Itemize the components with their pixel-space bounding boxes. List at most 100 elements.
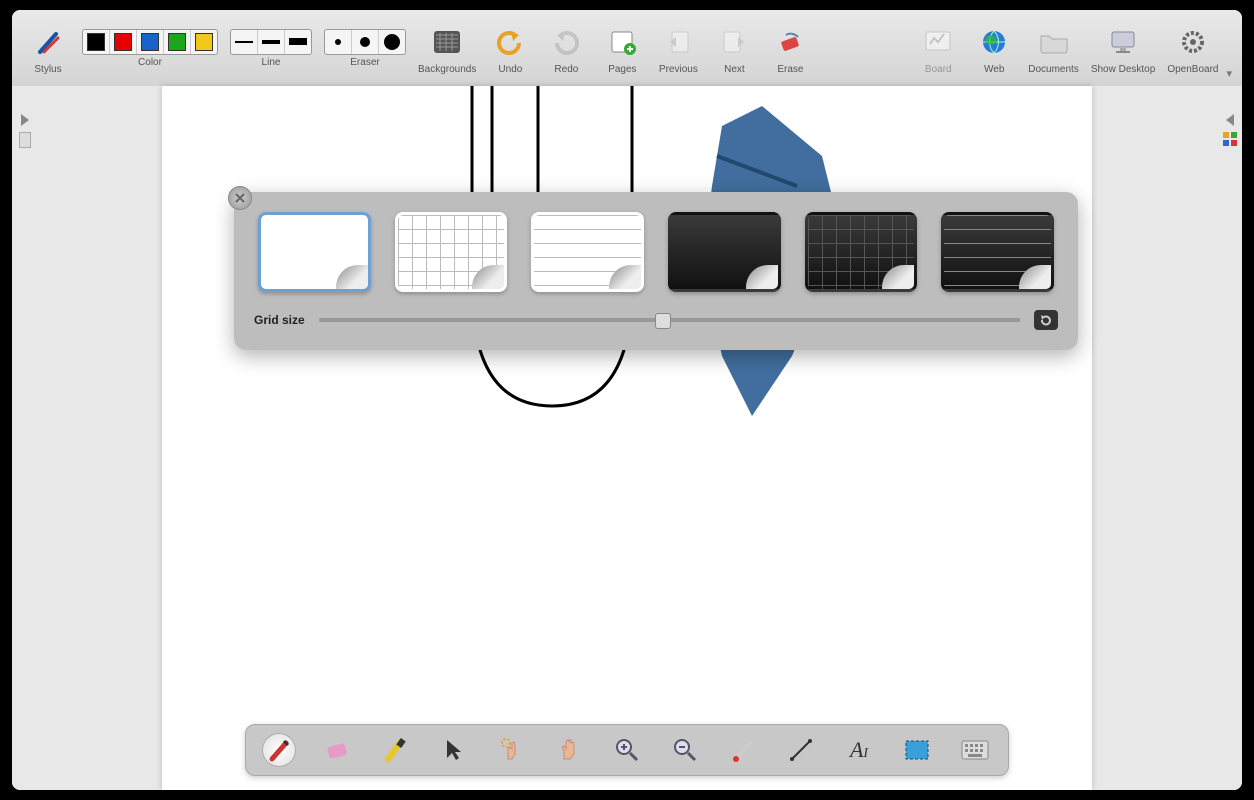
pen-icon bbox=[266, 737, 292, 763]
backgrounds-label: Backgrounds bbox=[418, 64, 476, 75]
openboard-menu-button[interactable] bbox=[1171, 22, 1215, 62]
undo-label: Undo bbox=[498, 64, 522, 75]
next-group: Next bbox=[712, 22, 756, 75]
color-black[interactable] bbox=[83, 30, 110, 54]
close-icon bbox=[234, 192, 246, 204]
pages-button[interactable] bbox=[600, 22, 644, 62]
tool-virtual-keyboard[interactable] bbox=[958, 733, 992, 767]
openboard-group: OpenBoard bbox=[1167, 22, 1218, 75]
documents-button[interactable] bbox=[1032, 22, 1076, 62]
keyboard-icon bbox=[961, 740, 989, 760]
board-button[interactable] bbox=[916, 22, 960, 62]
erase-label: Erase bbox=[777, 64, 803, 75]
next-button[interactable] bbox=[712, 22, 756, 62]
previous-button[interactable] bbox=[656, 22, 700, 62]
popup-close-button[interactable] bbox=[228, 186, 252, 210]
tool-selector[interactable] bbox=[436, 733, 470, 767]
desktop-icon bbox=[1108, 29, 1138, 55]
drawing-layer bbox=[162, 86, 1092, 786]
color-blue[interactable] bbox=[137, 30, 164, 54]
line-thin[interactable] bbox=[231, 30, 258, 54]
line-label: Line bbox=[262, 57, 281, 68]
redo-group: Redo bbox=[544, 22, 588, 75]
grid-size-reset-button[interactable] bbox=[1034, 310, 1058, 330]
bg-lined-dark[interactable] bbox=[941, 212, 1054, 292]
tool-line[interactable] bbox=[784, 733, 818, 767]
eraser-large[interactable] bbox=[379, 30, 405, 54]
tool-highlighter[interactable] bbox=[378, 733, 412, 767]
app-window: Stylus Color Line bbox=[12, 10, 1242, 790]
bg-lined-white[interactable] bbox=[531, 212, 644, 292]
background-options bbox=[254, 206, 1058, 310]
web-button[interactable] bbox=[972, 22, 1016, 62]
eraser-small[interactable] bbox=[325, 30, 352, 54]
tool-scroll[interactable] bbox=[552, 733, 586, 767]
laser-icon bbox=[730, 737, 756, 763]
color-green[interactable] bbox=[164, 30, 191, 54]
pointer-icon bbox=[443, 738, 463, 762]
left-panel-icon bbox=[19, 132, 31, 148]
pages-label: Pages bbox=[608, 64, 636, 75]
stylus-icon bbox=[34, 28, 62, 56]
capture-icon bbox=[904, 739, 930, 761]
zoom-in-icon bbox=[614, 737, 640, 763]
pages-icon bbox=[608, 29, 636, 55]
tool-palette: AI bbox=[245, 724, 1009, 776]
color-red[interactable] bbox=[110, 30, 137, 54]
tool-capture[interactable] bbox=[900, 733, 934, 767]
erase-group: Erase bbox=[768, 22, 812, 75]
eraser-icon bbox=[324, 739, 350, 761]
show-desktop-button[interactable] bbox=[1101, 22, 1145, 62]
tool-eraser[interactable] bbox=[320, 733, 354, 767]
stylus-label: Stylus bbox=[34, 64, 61, 75]
hand-point-icon bbox=[498, 737, 524, 763]
undo-button[interactable] bbox=[488, 22, 532, 62]
web-group: Web bbox=[972, 22, 1016, 75]
tool-laser[interactable] bbox=[726, 733, 760, 767]
board-group: Board bbox=[916, 22, 960, 75]
grid-size-slider[interactable] bbox=[319, 318, 1020, 322]
documents-icon bbox=[1039, 30, 1069, 54]
zoom-out-icon bbox=[672, 737, 698, 763]
color-label: Color bbox=[138, 57, 162, 68]
undo-icon bbox=[497, 29, 523, 55]
chevron-down-icon[interactable]: ▾ bbox=[1226, 67, 1232, 80]
next-label: Next bbox=[724, 64, 745, 75]
bg-grid-dark[interactable] bbox=[805, 212, 918, 292]
bg-plain-dark[interactable] bbox=[668, 212, 781, 292]
eraser-size-group: Eraser bbox=[324, 29, 406, 68]
tool-zoom-in[interactable] bbox=[610, 733, 644, 767]
right-panel-handle[interactable] bbox=[1217, 86, 1242, 790]
grid-size-row: Grid size bbox=[254, 310, 1058, 330]
show-desktop-label: Show Desktop bbox=[1091, 64, 1155, 75]
grid-size-label: Grid size bbox=[254, 313, 305, 327]
redo-icon bbox=[553, 29, 579, 55]
redo-button[interactable] bbox=[544, 22, 588, 62]
documents-group: Documents bbox=[1028, 22, 1079, 75]
redo-label: Redo bbox=[554, 64, 578, 75]
stylus-group: Stylus bbox=[26, 22, 70, 75]
reset-icon bbox=[1039, 314, 1053, 326]
stylus-button[interactable] bbox=[26, 22, 70, 62]
main-toolbar: Stylus Color Line bbox=[12, 10, 1242, 87]
tool-interact[interactable] bbox=[494, 733, 528, 767]
eraser-medium[interactable] bbox=[352, 30, 379, 54]
backgrounds-popup: Grid size bbox=[234, 192, 1078, 350]
erase-button[interactable] bbox=[768, 22, 812, 62]
tool-zoom-out[interactable] bbox=[668, 733, 702, 767]
eraser-swatches bbox=[324, 29, 406, 55]
line-thick[interactable] bbox=[285, 30, 311, 54]
slider-handle[interactable] bbox=[655, 313, 671, 329]
line-medium[interactable] bbox=[258, 30, 285, 54]
tool-text[interactable]: AI bbox=[842, 733, 876, 767]
bg-plain-white[interactable] bbox=[258, 212, 371, 292]
bg-grid-white[interactable] bbox=[395, 212, 508, 292]
color-yellow[interactable] bbox=[191, 30, 217, 54]
undo-group: Undo bbox=[488, 22, 532, 75]
pages-group: Pages bbox=[600, 22, 644, 75]
hand-icon bbox=[556, 737, 582, 763]
left-panel-handle[interactable] bbox=[12, 86, 37, 790]
backgrounds-button[interactable] bbox=[425, 22, 469, 62]
tool-pen[interactable] bbox=[262, 733, 296, 767]
highlighter-icon bbox=[382, 737, 408, 763]
